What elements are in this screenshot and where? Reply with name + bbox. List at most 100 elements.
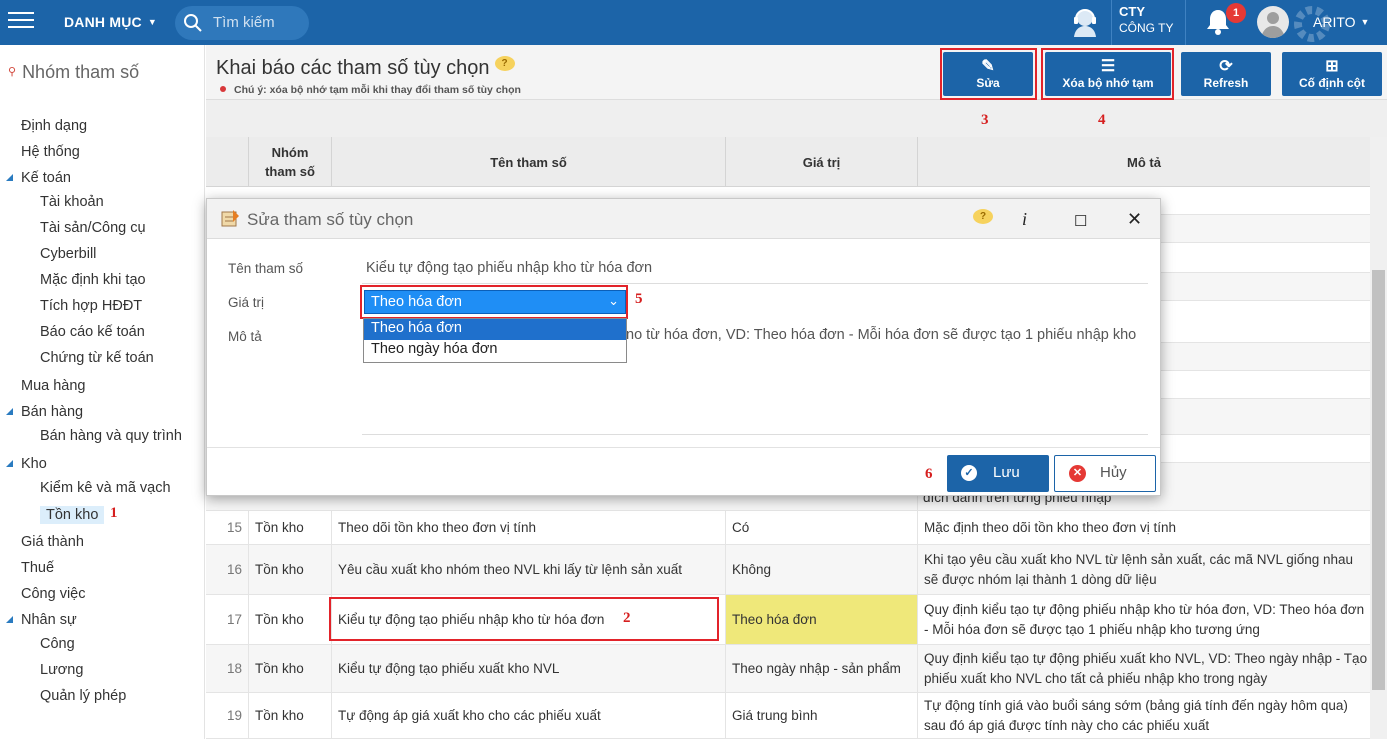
highlight-box-select — [360, 285, 628, 319]
maximize-icon[interactable]: ☐ — [1074, 212, 1087, 230]
expand-triangle-icon[interactable] — [6, 616, 13, 623]
table-cell-value: Có — [725, 511, 917, 544]
pin-columns-button[interactable]: ⊞ Cố định cột — [1282, 52, 1382, 96]
sidebar-item[interactable]: Tồn kho — [40, 506, 105, 524]
sidebar-item[interactable]: Kế toán — [21, 170, 71, 186]
search-box[interactable]: Tìm kiếm — [175, 6, 309, 40]
table-cell-group: Tồn kho — [248, 595, 331, 644]
sidebar-item[interactable]: Mua hàng — [21, 378, 86, 394]
table-cell-no: 16 — [226, 561, 242, 577]
help-icon[interactable]: ? — [494, 56, 515, 71]
save-button[interactable]: ✓ Lưu — [947, 455, 1049, 492]
help-icon[interactable]: ? — [973, 209, 993, 224]
sidebar-item[interactable]: Công việc — [21, 586, 85, 602]
grid-scrollbar-thumb[interactable] — [1372, 270, 1385, 690]
table-cell-value: Theo hóa đơn — [725, 595, 917, 644]
company-code: CTY — [1119, 4, 1145, 19]
column-header-name[interactable]: Tên tham số — [331, 137, 725, 187]
highlight-box-clear-cache — [1041, 48, 1174, 100]
refresh-button[interactable]: ⟳ Refresh — [1181, 52, 1271, 96]
company-selector[interactable]: CTY CÔNG TY — [1119, 4, 1173, 36]
table-cell-name: Tự động áp giá xuất kho cho các phiếu xu… — [331, 693, 725, 738]
cancel-icon: ✕ — [1069, 465, 1086, 482]
sidebar-item[interactable]: Cyberbill — [40, 246, 96, 262]
table-cell-group: Tồn kho — [248, 693, 331, 738]
sidebar-item[interactable]: Thuế — [21, 560, 54, 576]
sidebar-item[interactable]: Lương — [40, 662, 83, 678]
dialog-title: Sửa tham số tùy chọn — [247, 210, 414, 229]
sidebar-item[interactable]: Giá thành — [21, 534, 84, 550]
sidebar-item[interactable]: Quản lý phép — [40, 688, 126, 704]
info-icon[interactable]: i — [1022, 209, 1027, 230]
page-note-text: Chú ý: xóa bộ nhớ tạm mỗi khi thay đổi t… — [234, 84, 521, 96]
user-menu[interactable]: ARITO ▼ — [1313, 14, 1369, 30]
column-header-group[interactable]: Nhóm tham số — [248, 137, 331, 187]
close-icon[interactable]: ✕ — [1127, 209, 1142, 230]
sidebar-item[interactable]: Kiểm kê và mã vạch — [40, 480, 171, 496]
expand-triangle-icon[interactable] — [6, 460, 13, 467]
table-cell-value: Giá trung bình — [725, 693, 917, 738]
value-dropdown-list: Theo hóa đơn Theo ngày hóa đơn — [363, 318, 627, 363]
step-marker-1: 1 — [110, 505, 118, 521]
sidebar-item[interactable]: Nhân sự — [21, 612, 77, 628]
sidebar-item[interactable]: Tích hợp HĐĐT — [40, 298, 142, 314]
table-cell-no: 19 — [226, 707, 242, 723]
page-title: Khai báo các tham số tùy chọn? — [216, 56, 515, 80]
step-marker-5: 5 — [635, 291, 643, 307]
table-row[interactable]: 16 Tồn kho Yêu cầu xuất kho nhóm theo NVL … — [206, 545, 1370, 595]
avatar[interactable] — [1257, 6, 1289, 38]
sidebar-item[interactable]: Kho — [21, 456, 47, 472]
dropdown-option[interactable]: Theo hóa đơn — [364, 319, 626, 340]
param-value-label: Giá trị — [228, 295, 265, 310]
sidebar-item[interactable]: Định dạng — [21, 118, 87, 134]
table-cell-desc: Tự động tính giá vào buổi sáng sớm (bảng… — [917, 693, 1370, 738]
toolbar-gap — [206, 100, 1387, 137]
table-cell-no: 18 — [226, 660, 242, 676]
table-cell-group: Tồn kho — [248, 645, 331, 692]
search-icon — [184, 14, 202, 32]
group-header-line1: Nhóm — [271, 145, 309, 160]
pin-columns-icon: ⊞ — [1325, 58, 1339, 75]
table-row[interactable]: 19 Tồn kho Tự động áp giá xuất kho cho các… — [206, 693, 1370, 739]
refresh-icon: ⟳ — [1219, 58, 1233, 75]
sidebar-item[interactable]: Tài khoản — [40, 194, 104, 210]
topbar-divider — [1111, 0, 1112, 45]
top-bar: DANH MỤC ▼ Tìm kiếm CTY CÔNG TY 1 ARITO ▼ — [0, 0, 1387, 45]
table-row[interactable]: 15 Tồn kho Theo dõi tồn kho theo đơn vị tí… — [206, 511, 1370, 545]
sidebar-item[interactable]: Hệ thống — [21, 144, 80, 160]
sidebar-item[interactable]: Chứng từ kế toán — [40, 350, 154, 366]
sidebar-item[interactable]: Mặc định khi tạo — [40, 272, 146, 288]
sidebar-title: ⚲ Nhóm tham số — [8, 62, 139, 83]
highlight-box-edit — [940, 48, 1037, 100]
sidebar-item[interactable]: Bán hàng và quy trình — [40, 428, 182, 444]
page-note: Chú ý: xóa bộ nhớ tạm mỗi khi thay đổi t… — [220, 84, 521, 96]
expand-triangle-icon[interactable] — [6, 174, 13, 181]
edit-form-icon — [221, 210, 239, 227]
table-cell-desc: Quy định kiểu tạo tự động phiếu nhập kho… — [917, 595, 1370, 644]
dropdown-option[interactable]: Theo ngày hóa đơn — [364, 340, 626, 361]
catalog-menu[interactable]: DANH MỤC ▼ — [64, 14, 157, 30]
table-cell-no: 15 — [226, 519, 242, 535]
table-cell-name: Kiểu tự động tạo phiếu xuất kho NVL — [331, 645, 725, 692]
column-header-desc[interactable]: Mô tả — [917, 137, 1370, 187]
step-marker-3: 3 — [981, 112, 989, 128]
search-placeholder: Tìm kiếm — [213, 14, 275, 31]
param-desc-value[interactable]: no từ hóa đơn, VD: Theo hóa đơn - Mỗi hó… — [626, 327, 1136, 343]
caret-down-icon: ▼ — [1360, 17, 1370, 27]
topbar-divider — [1185, 0, 1186, 45]
sidebar-item[interactable]: Công — [40, 636, 75, 652]
sidebar-item[interactable]: Tài sản/Công cụ — [40, 220, 146, 236]
expand-triangle-icon[interactable] — [6, 408, 13, 415]
table-row[interactable]: 18 Tồn kho Kiểu tự động tạo phiếu xuất kho… — [206, 645, 1370, 693]
hamburger-menu-icon[interactable] — [8, 12, 34, 32]
support-agent-icon[interactable] — [1068, 5, 1102, 39]
caret-down-icon: ▼ — [147, 17, 157, 27]
sidebar-item[interactable]: Báo cáo kế toán — [40, 324, 145, 340]
column-header-value[interactable]: Giá trị — [725, 137, 917, 187]
cancel-button[interactable]: ✕ Hủy — [1054, 455, 1156, 492]
sidebar-item[interactable]: Bán hàng — [21, 404, 83, 420]
table-cell-value: Theo ngày nhập - sản phẩm — [725, 645, 917, 692]
table-cell-desc: Mặc định theo dõi tồn kho theo đơn vị tí… — [917, 511, 1370, 544]
cancel-button-label: Hủy — [1100, 464, 1127, 481]
hierarchy-icon: ⚲ — [8, 66, 17, 78]
